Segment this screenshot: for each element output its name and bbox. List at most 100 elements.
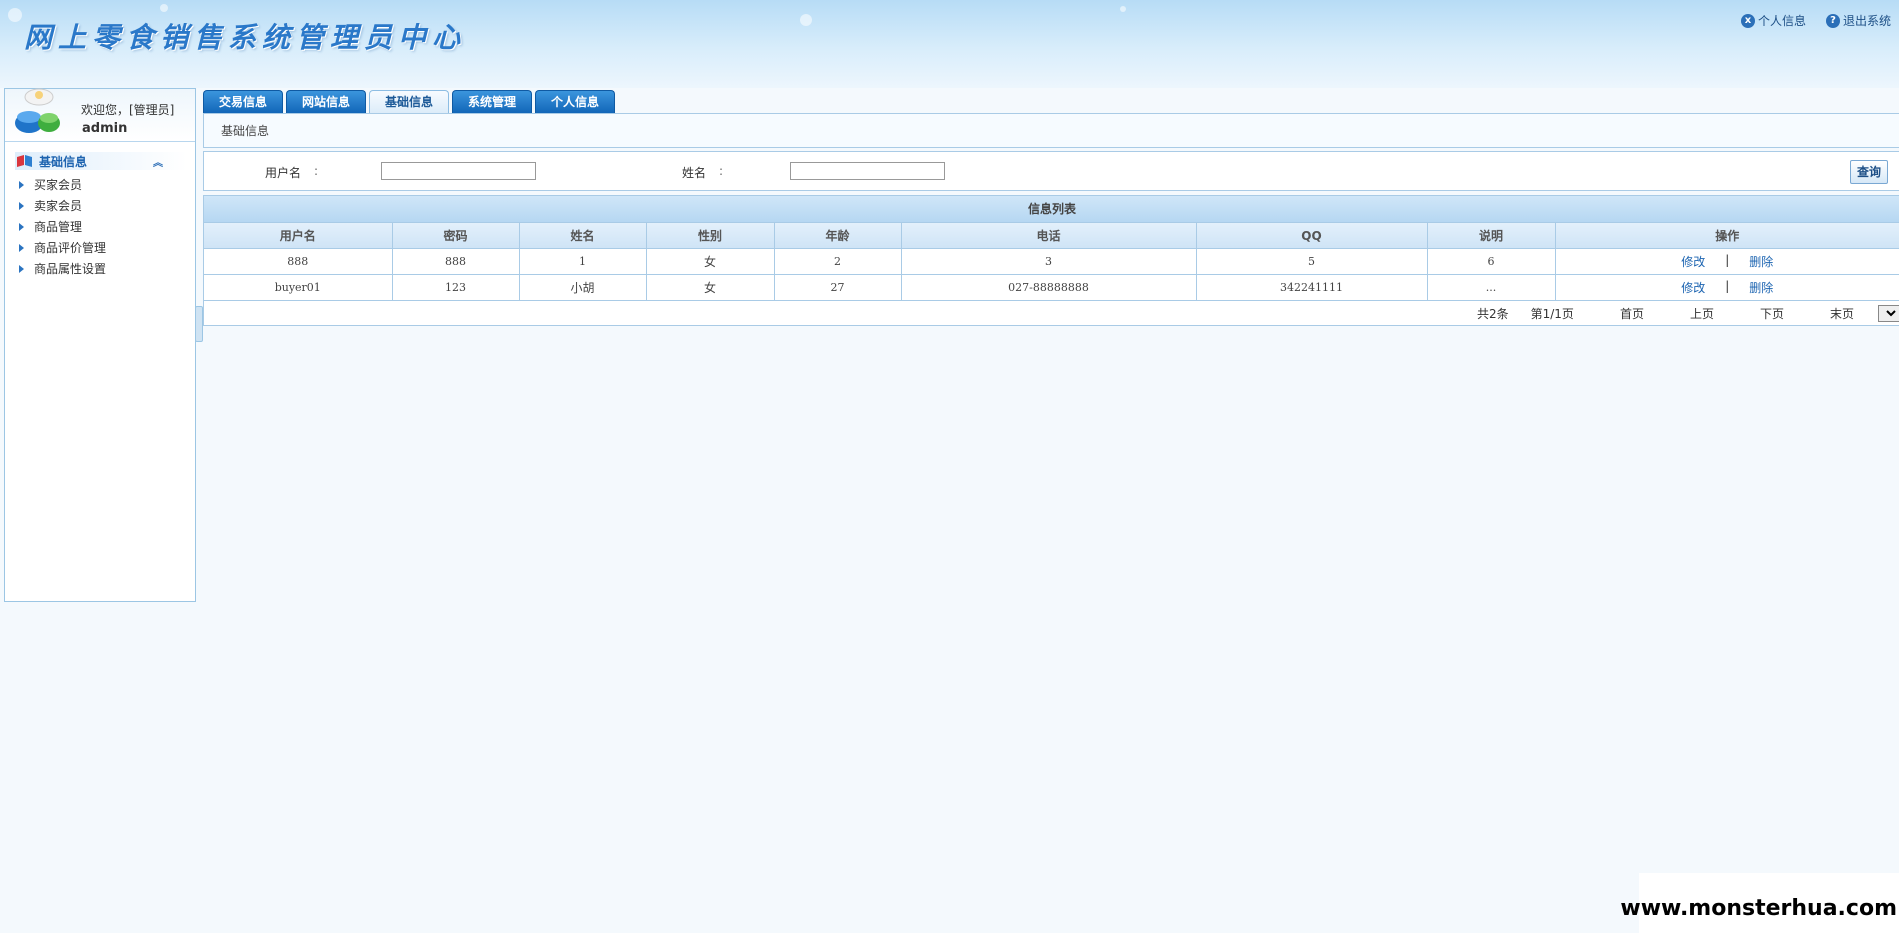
pagination: 共2条 第1/1页 首页 上页 下页 末页 1 xyxy=(204,301,1899,325)
sidebar-item-buyer-members[interactable]: 买家会员 xyxy=(5,174,195,195)
name-colon: : xyxy=(719,164,724,178)
cell-username: buyer01 xyxy=(204,274,393,301)
cell-phone: 3 xyxy=(901,248,1197,275)
name-label: 姓名 xyxy=(682,166,707,180)
top-links: x 个人信息 ? 退出系统 xyxy=(1740,12,1891,29)
query-button[interactable]: 查询 xyxy=(1850,160,1888,184)
logout-label: 退出系统 xyxy=(1842,14,1891,28)
cell-name: 1 xyxy=(519,248,647,275)
cell-qq: 5 xyxy=(1196,248,1428,275)
main-tabs: 交易信息 网站信息 基础信息 系统管理 个人信息 xyxy=(203,90,615,113)
sidebar-toggle-handle[interactable] xyxy=(195,306,203,342)
cell-actions: 修改 | 删除 xyxy=(1555,248,1899,275)
arrow-right-icon xyxy=(19,180,24,189)
col-header-gender: 性别 xyxy=(646,223,775,249)
header: 网上零食销售系统管理员中心 x 个人信息 ? 退出系统 xyxy=(0,0,1899,88)
col-header-note: 说明 xyxy=(1427,223,1556,249)
prev-page-link[interactable]: 上页 xyxy=(1690,305,1714,322)
collapse-up-icon[interactable]: ︽ xyxy=(153,154,163,169)
watermark-text: www.monsterhua.com xyxy=(1620,896,1897,921)
edit-link[interactable]: 修改 xyxy=(1681,279,1705,296)
sidebar-item-product-reviews[interactable]: 商品评价管理 xyxy=(5,237,195,258)
menu-section-basic-info[interactable]: 基础信息 ︽ xyxy=(15,152,187,170)
col-header-phone: 电话 xyxy=(901,223,1197,249)
user-info-icon: x xyxy=(1740,13,1755,28)
table-row: buyer01 123 小胡 女 27 027-88888888 3422411… xyxy=(204,274,1899,301)
cell-phone: 027-88888888 xyxy=(901,274,1197,301)
name-search-input[interactable] xyxy=(790,162,945,180)
breadcrumb-text: 基础信息 xyxy=(221,124,270,138)
tab-basic-info[interactable]: 基础信息 xyxy=(369,90,449,113)
table-caption: 信息列表 xyxy=(204,196,1899,223)
col-header-age: 年龄 xyxy=(774,223,902,249)
cell-gender: 女 xyxy=(646,274,775,301)
cell-name: 小胡 xyxy=(519,274,647,301)
action-separator: | xyxy=(1725,279,1730,293)
page-select[interactable]: 1 xyxy=(1878,304,1899,322)
arrow-right-icon xyxy=(19,222,24,231)
info-list-panel: 信息列表 用户名 密码 姓名 性别 年龄 电话 QQ 说明 操作 888 888 xyxy=(203,195,1899,326)
arrow-right-icon xyxy=(19,264,24,273)
sidebar-item-product-management[interactable]: 商品管理 xyxy=(5,216,195,237)
welcome-text: 欢迎您，[管理员] xyxy=(81,103,175,117)
sidebar-item-product-attributes[interactable]: 商品属性设置 xyxy=(5,258,195,279)
sidebar-item-label: 商品管理 xyxy=(34,220,83,234)
username-text: admin xyxy=(82,121,128,136)
personal-info-label: 个人信息 xyxy=(1757,14,1806,28)
help-icon: ? xyxy=(1825,13,1840,28)
tab-system-management[interactable]: 系统管理 xyxy=(452,90,532,113)
col-header-qq: QQ xyxy=(1196,223,1428,249)
next-page-link[interactable]: 下页 xyxy=(1760,305,1784,322)
sidebar-item-label: 商品属性设置 xyxy=(34,262,107,276)
delete-link[interactable]: 删除 xyxy=(1749,253,1773,270)
sidebar: 欢迎您，[管理员] admin 基础信息 ︽ 买家会员 卖家会员 商品管理 商品… xyxy=(4,88,196,602)
col-header-password: 密码 xyxy=(392,223,520,249)
sidebar-item-seller-members[interactable]: 卖家会员 xyxy=(5,195,195,216)
personal-info-link[interactable]: x 个人信息 xyxy=(1740,12,1806,29)
sidebar-item-label: 买家会员 xyxy=(34,178,83,192)
watermark-box: www.monsterhua.com xyxy=(1620,873,1899,933)
cell-password: 888 xyxy=(392,248,520,275)
col-header-name: 姓名 xyxy=(519,223,647,249)
cell-password: 123 xyxy=(392,274,520,301)
total-count: 共2条 xyxy=(1476,306,1509,321)
user-box: 欢迎您，[管理员] admin xyxy=(5,88,195,142)
breadcrumb: 基础信息 xyxy=(203,113,1899,148)
menu-section-title: 基础信息 xyxy=(39,154,88,169)
last-page-link[interactable]: 末页 xyxy=(1830,305,1854,322)
decor-bubble xyxy=(800,14,812,26)
tab-personal-info[interactable]: 个人信息 xyxy=(535,90,615,113)
col-header-actions: 操作 xyxy=(1555,223,1899,249)
cell-note: 6 xyxy=(1427,248,1556,275)
sidebar-item-label: 卖家会员 xyxy=(34,199,83,213)
decor-bubble xyxy=(8,8,22,22)
arrow-right-icon xyxy=(19,201,24,210)
search-bar: 用户名 : 姓名 : 查询 xyxy=(203,151,1899,191)
cell-age: 2 xyxy=(774,248,902,275)
cell-note: ... xyxy=(1427,274,1556,301)
username-label: 用户名 xyxy=(265,166,302,180)
tab-transaction-info[interactable]: 交易信息 xyxy=(203,90,283,113)
table-header-row: 用户名 密码 姓名 性别 年龄 电话 QQ 说明 操作 xyxy=(204,223,1899,249)
cell-gender: 女 xyxy=(646,248,775,275)
cell-age: 27 xyxy=(774,274,902,301)
table-row: 888 888 1 女 2 3 5 6 修改 | 删除 xyxy=(204,248,1899,275)
tab-website-info[interactable]: 网站信息 xyxy=(286,90,366,113)
system-title: 网上零食销售系统管理员中心 xyxy=(24,21,467,54)
edit-link[interactable]: 修改 xyxy=(1681,253,1705,270)
cell-actions: 修改 | 删除 xyxy=(1555,274,1899,301)
delete-link[interactable]: 删除 xyxy=(1749,279,1773,296)
book-icon xyxy=(17,155,32,167)
first-page-link[interactable]: 首页 xyxy=(1620,305,1644,322)
action-separator: | xyxy=(1725,253,1730,267)
logout-link[interactable]: ? 退出系统 xyxy=(1825,12,1891,29)
decor-bubble xyxy=(1120,6,1126,12)
decor-bubble xyxy=(160,4,168,12)
info-table: 用户名 密码 姓名 性别 年龄 电话 QQ 说明 操作 888 888 1 女 … xyxy=(204,223,1899,301)
cell-username: 888 xyxy=(204,248,393,275)
username-colon: : xyxy=(314,164,319,178)
admin-avatar-icon xyxy=(15,88,60,133)
sidebar-item-label: 商品评价管理 xyxy=(34,241,107,255)
cell-qq: 342241111 xyxy=(1196,274,1428,301)
username-search-input[interactable] xyxy=(381,162,536,180)
